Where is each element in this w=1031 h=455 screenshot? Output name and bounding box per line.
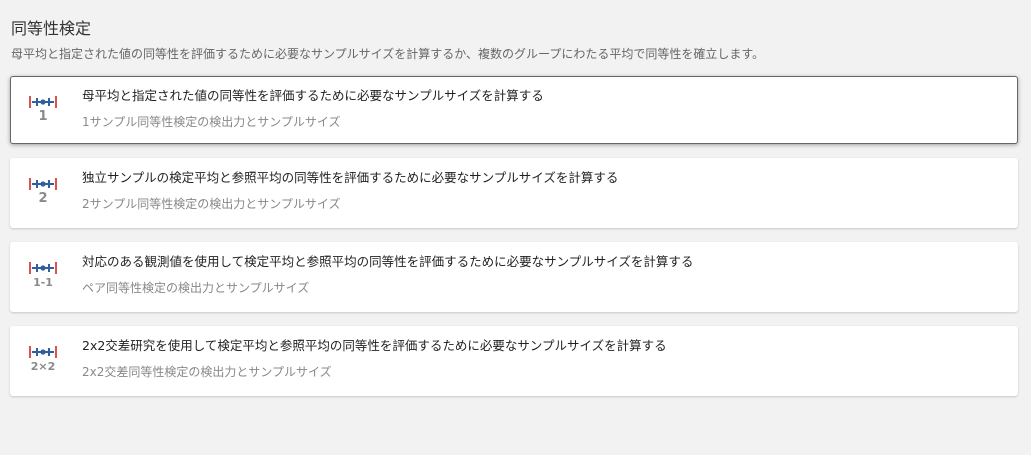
icon-number-label: 1	[38, 109, 48, 124]
crossover-equivalence-icon: 2×2	[28, 343, 58, 377]
two-sample-equivalence-icon: 2	[28, 175, 58, 209]
card-title: 独立サンプルの検定平均と参照平均の同等性を評価するために必要なサンプルサイズを計…	[82, 170, 619, 185]
card-title: 母平均と指定された値の同等性を評価するために必要なサンプルサイズを計算する	[82, 88, 544, 103]
equivalence-test-page: 同等性検定 母平均と指定された値の同等性を評価するために必要なサンプルサイズを計…	[0, 0, 1031, 455]
card-title: 対応のある観測値を使用して検定平均と参照平均の同等性を評価するために必要なサンプ…	[82, 254, 694, 269]
icon-number-label: 2×2	[30, 360, 56, 373]
card-subtitle: 2サンプル同等性検定の検出力とサンプルサイズ	[82, 197, 341, 211]
card-paired-equivalence[interactable]: 1-1 対応のある観測値を使用して検定平均と参照平均の同等性を評価するために必要…	[10, 242, 1018, 312]
one-sample-equivalence-icon: 1	[28, 93, 58, 127]
icon-number-label: 2	[38, 191, 48, 206]
page-description: 母平均と指定された値の同等性を評価するために必要なサンプルサイズを計算するか、複…	[11, 47, 765, 61]
page-title: 同等性検定	[11, 19, 92, 38]
card-two-sample-equivalence[interactable]: 2 独立サンプルの検定平均と参照平均の同等性を評価するために必要なサンプルサイズ…	[10, 158, 1018, 228]
icon-number-label: 1-1	[33, 276, 53, 289]
card-subtitle: 1サンプル同等性検定の検出力とサンプルサイズ	[82, 115, 341, 129]
card-subtitle: ペア同等性検定の検出力とサンプルサイズ	[82, 281, 310, 295]
test-card-list: 1 母平均と指定された値の同等性を評価するために必要なサンプルサイズを計算する …	[10, 76, 1018, 396]
card-one-sample-equivalence[interactable]: 1 母平均と指定された値の同等性を評価するために必要なサンプルサイズを計算する …	[10, 76, 1018, 144]
paired-equivalence-icon: 1-1	[28, 259, 58, 293]
card-title: 2x2交差研究を使用して検定平均と参照平均の同等性を評価するために必要なサンプル…	[82, 338, 667, 353]
card-subtitle: 2x2交差同等性検定の検出力とサンプルサイズ	[82, 365, 332, 379]
card-crossover-equivalence[interactable]: 2×2 2x2交差研究を使用して検定平均と参照平均の同等性を評価するために必要な…	[10, 326, 1018, 396]
